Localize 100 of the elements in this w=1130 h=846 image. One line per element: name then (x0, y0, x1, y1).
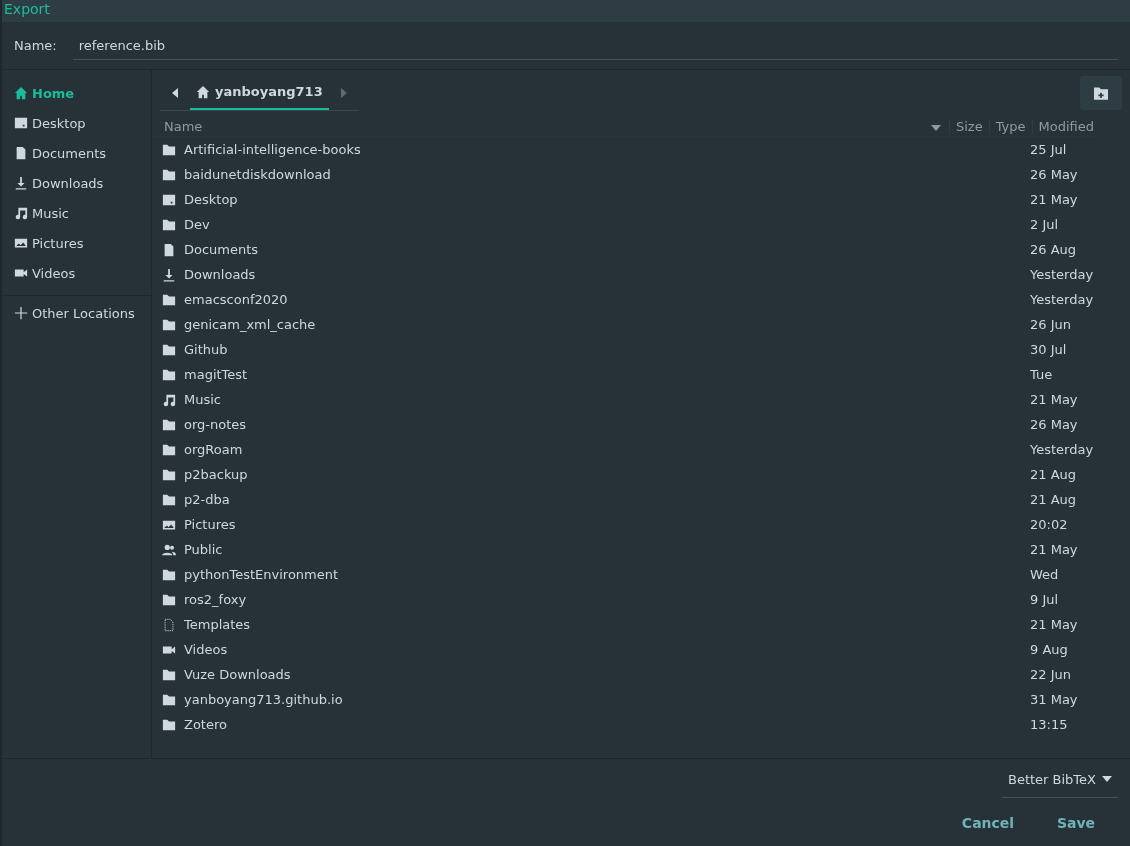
folder-icon (162, 342, 176, 357)
music-note-icon (14, 206, 28, 220)
folder-icon (162, 567, 176, 582)
file-name[interactable]: Music (184, 392, 1030, 407)
sidebar-item[interactable]: Videos (2, 258, 151, 288)
file-name[interactable]: Artificial-intelligence-books (184, 142, 1030, 157)
file-name[interactable]: Videos (184, 642, 1030, 657)
window-title: Export (2, 0, 1130, 22)
modified-date: Tue (1030, 367, 1054, 382)
modified-date: 20:02 (1030, 517, 1069, 532)
right-triangle-icon (339, 87, 348, 98)
modified-date: 31 May (1030, 692, 1079, 707)
file-name[interactable]: Zotero (184, 717, 1030, 732)
path-button[interactable]: yanboyang713 (190, 75, 329, 110)
folder-icon (162, 292, 176, 307)
file-name[interactable]: Vuze Downloads (184, 667, 1030, 682)
modified-date: Yesterday (1030, 442, 1095, 457)
modified-date: 21 May (1030, 542, 1079, 557)
file-name[interactable]: ros2_foxy (184, 592, 1030, 607)
left-triangle-icon (171, 87, 179, 98)
home-icon (14, 86, 28, 100)
folder-icon (162, 167, 176, 182)
modified-date: 21 May (1030, 392, 1079, 407)
modified-date: 2 Jul (1030, 217, 1060, 232)
column-header[interactable]: Modified (1031, 118, 1100, 134)
folder-icon (162, 417, 176, 432)
file-name[interactable]: Desktop (184, 192, 1030, 207)
modified-date: 13:15 (1030, 717, 1069, 732)
modified-date: 9 Jul (1030, 592, 1060, 607)
file-name[interactable]: Public (184, 542, 1030, 557)
folder-icon (162, 367, 176, 382)
people-icon (162, 542, 176, 557)
modified-date: 26 May (1030, 167, 1079, 182)
dropdown-triangle-icon (1102, 776, 1112, 782)
template-icon (162, 617, 176, 632)
column-header[interactable]: Type (988, 118, 1032, 134)
name-label: Name: (14, 38, 57, 53)
desktop-icon (162, 192, 176, 207)
modified-date: 26 Jun (1030, 317, 1072, 332)
download-icon (14, 176, 28, 190)
folder-icon (162, 317, 176, 332)
modified-date: 25 Jul (1030, 142, 1068, 157)
modified-date: 30 Jul (1030, 342, 1068, 357)
file-name[interactable]: baidunetdiskdownload (184, 167, 1030, 182)
file-name[interactable]: genicam_xml_cache (184, 317, 1030, 332)
modified-date: 21 Aug (1030, 467, 1078, 482)
file-name[interactable]: orgRoam (184, 442, 1030, 457)
name-input-field[interactable]: reference.bib (72, 31, 1118, 60)
folder-icon (162, 717, 176, 732)
folder-icon (162, 592, 176, 607)
home-icon (196, 84, 210, 99)
document-icon (14, 146, 28, 160)
column-header[interactable]: Size (948, 118, 989, 134)
file-name[interactable]: Templates (184, 617, 1030, 632)
sidebar-item[interactable]: Pictures (2, 228, 151, 258)
dialog-button[interactable]: Cancel (952, 806, 1024, 840)
file-name[interactable]: p2backup (184, 467, 1030, 482)
modified-date: Wed (1030, 567, 1060, 582)
file-name[interactable]: p2-dba (184, 492, 1030, 507)
file-name[interactable]: org-notes (184, 417, 1030, 432)
sidebar-item[interactable]: Home (2, 78, 151, 108)
folder-icon (162, 442, 176, 457)
modified-date: 22 Jun (1030, 667, 1072, 682)
file-type-dropdown[interactable]: Better BibTeX (1002, 761, 1118, 798)
file-name[interactable]: emacsconf2020 (184, 292, 1030, 307)
folder-icon (162, 667, 176, 682)
desktop-icon (14, 116, 28, 130)
file-name[interactable]: magitTest (184, 367, 1030, 382)
file-name[interactable]: Pictures (184, 517, 1030, 532)
modified-date: Yesterday (1030, 292, 1095, 307)
file-name[interactable]: yanboyang713.github.io (184, 692, 1030, 707)
new-folder-button[interactable] (1080, 76, 1122, 110)
modified-date: 21 May (1030, 617, 1079, 632)
folder-plus-icon (1094, 86, 1108, 100)
download-icon (162, 267, 176, 282)
sidebar-item[interactable]: Other Locations (2, 298, 151, 328)
file-name[interactable]: Dev (184, 217, 1030, 232)
file-name[interactable]: pythonTestEnvironment (184, 567, 1030, 582)
folder-icon (162, 492, 176, 507)
modified-date: Yesterday (1030, 267, 1095, 282)
sidebar-item[interactable]: Documents (2, 138, 151, 168)
file-name[interactable]: Downloads (184, 267, 1030, 282)
sidebar-item[interactable]: Desktop (2, 108, 151, 138)
file-name[interactable]: Github (184, 342, 1030, 357)
column-header[interactable]: Name (158, 118, 923, 134)
folder-icon (162, 217, 176, 232)
modified-date: 21 May (1030, 192, 1079, 207)
folder-icon (162, 467, 176, 482)
folder-icon (162, 142, 176, 157)
modified-date: 26 Aug (1030, 242, 1078, 257)
sort-triangle-icon (930, 124, 941, 131)
dialog-button[interactable]: Save (1040, 806, 1112, 840)
sidebar-item[interactable]: Music (2, 198, 151, 228)
plus-icon (14, 306, 28, 320)
modified-date: 26 May (1030, 417, 1079, 432)
sidebar-item[interactable]: Downloads (2, 168, 151, 198)
document-icon (162, 242, 176, 257)
folder-icon (162, 692, 176, 707)
modified-date: 21 Aug (1030, 492, 1078, 507)
file-name[interactable]: Documents (184, 242, 1030, 257)
